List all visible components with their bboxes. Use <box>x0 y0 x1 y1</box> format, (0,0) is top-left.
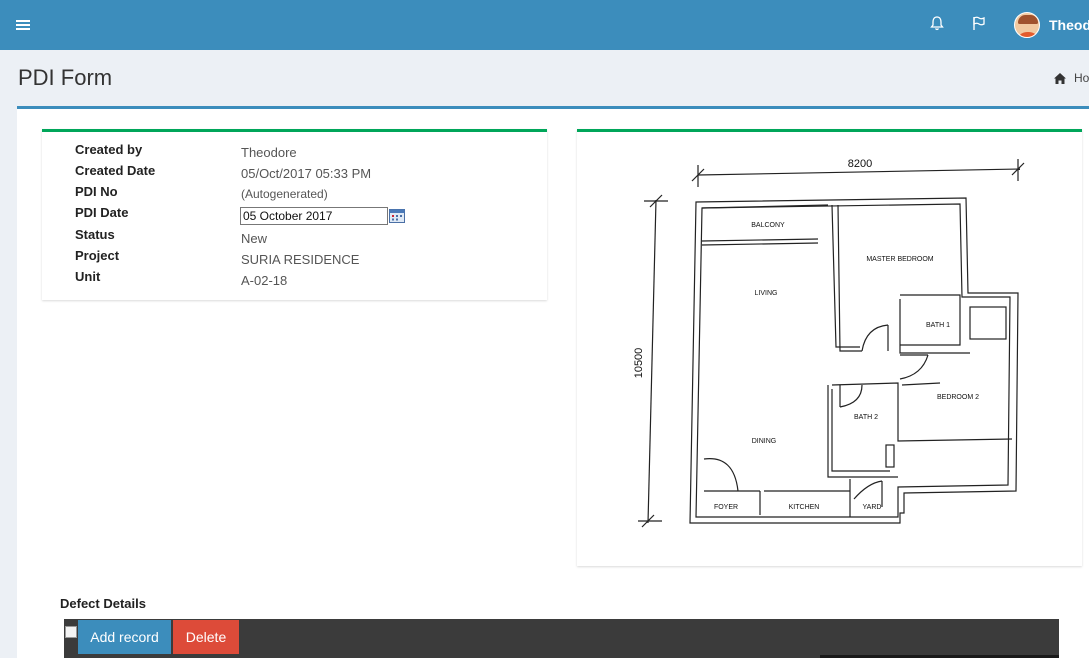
created-date-label: Created Date <box>75 163 156 178</box>
project-value: SURIA RESIDENCE <box>241 252 360 267</box>
avatar <box>1014 12 1040 38</box>
living-label: LIVING <box>755 290 778 297</box>
unit-value: A-02-18 <box>241 273 288 288</box>
dining-label: DINING <box>752 438 777 445</box>
created-by-value: Theodore <box>241 145 297 160</box>
home-icon <box>1054 72 1066 84</box>
add-record-button[interactable]: Add record <box>78 620 171 654</box>
status-label: Status <box>75 227 115 242</box>
breadcrumb[interactable]: Ho <box>1054 71 1089 85</box>
foyer-label: FOYER <box>714 504 738 511</box>
bedroom2-label: BEDROOM 2 <box>937 394 979 401</box>
breadcrumb-home[interactable]: Ho <box>1074 71 1089 85</box>
content-header <box>0 50 1089 108</box>
pdi-no-label: PDI No <box>75 184 118 199</box>
floor-plan-image: 8200 10500 BALCONY MASTER BEDROOM LIVING… <box>633 158 1025 528</box>
project-label: Project <box>75 248 120 263</box>
dim-width-label: 8200 <box>848 158 872 170</box>
status-value: New <box>241 231 268 246</box>
delete-button[interactable]: Delete <box>173 620 239 654</box>
flag-icon[interactable] <box>968 12 990 34</box>
bell-icon[interactable] <box>926 12 948 34</box>
select-all-checkbox[interactable] <box>65 626 77 638</box>
bath2-label: BATH 2 <box>854 414 878 421</box>
menu-icon[interactable] <box>10 12 36 38</box>
pdi-date-label: PDI Date <box>75 205 129 220</box>
master-bedroom-label: MASTER BEDROOM <box>866 256 933 263</box>
page-title: PDI Form <box>18 65 113 90</box>
pdi-date-input[interactable] <box>240 207 388 225</box>
calendar-icon[interactable] <box>389 209 405 223</box>
created-by-label: Created by <box>75 142 143 157</box>
bath1-label: BATH 1 <box>926 322 950 329</box>
user-name: Theodore <box>1049 17 1089 33</box>
balcony-label: BALCONY <box>751 222 785 229</box>
pdi-no-value: (Autogenerated) <box>241 187 328 201</box>
dim-height-label: 10500 <box>633 348 645 379</box>
unit-label: Unit <box>75 269 101 284</box>
defect-details-title: Defect Details <box>60 596 146 611</box>
user-menu[interactable]: Theodore <box>1014 11 1089 39</box>
kitchen-label: KITCHEN <box>789 504 820 511</box>
yard-label: YARD <box>863 504 882 511</box>
created-date-value: 05/Oct/2017 05:33 PM <box>241 166 372 181</box>
